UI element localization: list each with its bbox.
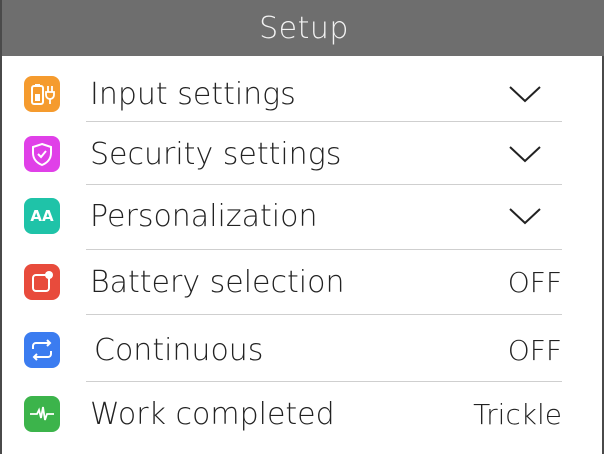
continuous-value[interactable]: OFF — [508, 334, 562, 367]
chevron-down-icon[interactable] — [508, 206, 542, 226]
setup-panel: Setup Input settings Security settings A… — [0, 0, 604, 454]
battery-selection-value[interactable]: OFF — [508, 266, 562, 299]
chevron-down-icon[interactable] — [508, 84, 542, 104]
menu-item-label: Work completed — [90, 396, 335, 432]
menu-item-continuous[interactable]: Continuous OFF — [2, 318, 604, 382]
header-title: Setup — [259, 10, 349, 46]
menu-item-label: Input settings — [90, 76, 296, 112]
menu-item-input-settings[interactable]: Input settings — [2, 62, 604, 126]
work-completed-value[interactable]: Trickle — [473, 398, 562, 431]
text-size-icon-label: AA — [30, 207, 54, 225]
menu-item-label: Battery selection — [90, 264, 345, 300]
menu-item-work-completed[interactable]: Work completed Trickle — [2, 382, 604, 446]
page-title: Setup — [2, 0, 604, 56]
menu-item-personalization[interactable]: AA Personalization — [2, 184, 604, 248]
text-size-icon: AA — [24, 198, 60, 234]
menu-item-security-settings[interactable]: Security settings — [2, 122, 604, 186]
repeat-icon — [24, 332, 60, 368]
pulse-icon — [24, 396, 60, 432]
menu-item-label: Continuous — [94, 332, 264, 368]
shield-check-icon — [24, 136, 60, 172]
menu-item-battery-selection[interactable]: Battery selection OFF — [2, 250, 604, 314]
menu-item-label: Security settings — [90, 136, 342, 172]
chevron-down-icon[interactable] — [508, 144, 542, 164]
battery-plug-icon — [24, 76, 60, 112]
divider — [86, 314, 562, 315]
battery-selection-icon — [24, 264, 60, 300]
menu-item-label: Personalization — [90, 198, 318, 234]
